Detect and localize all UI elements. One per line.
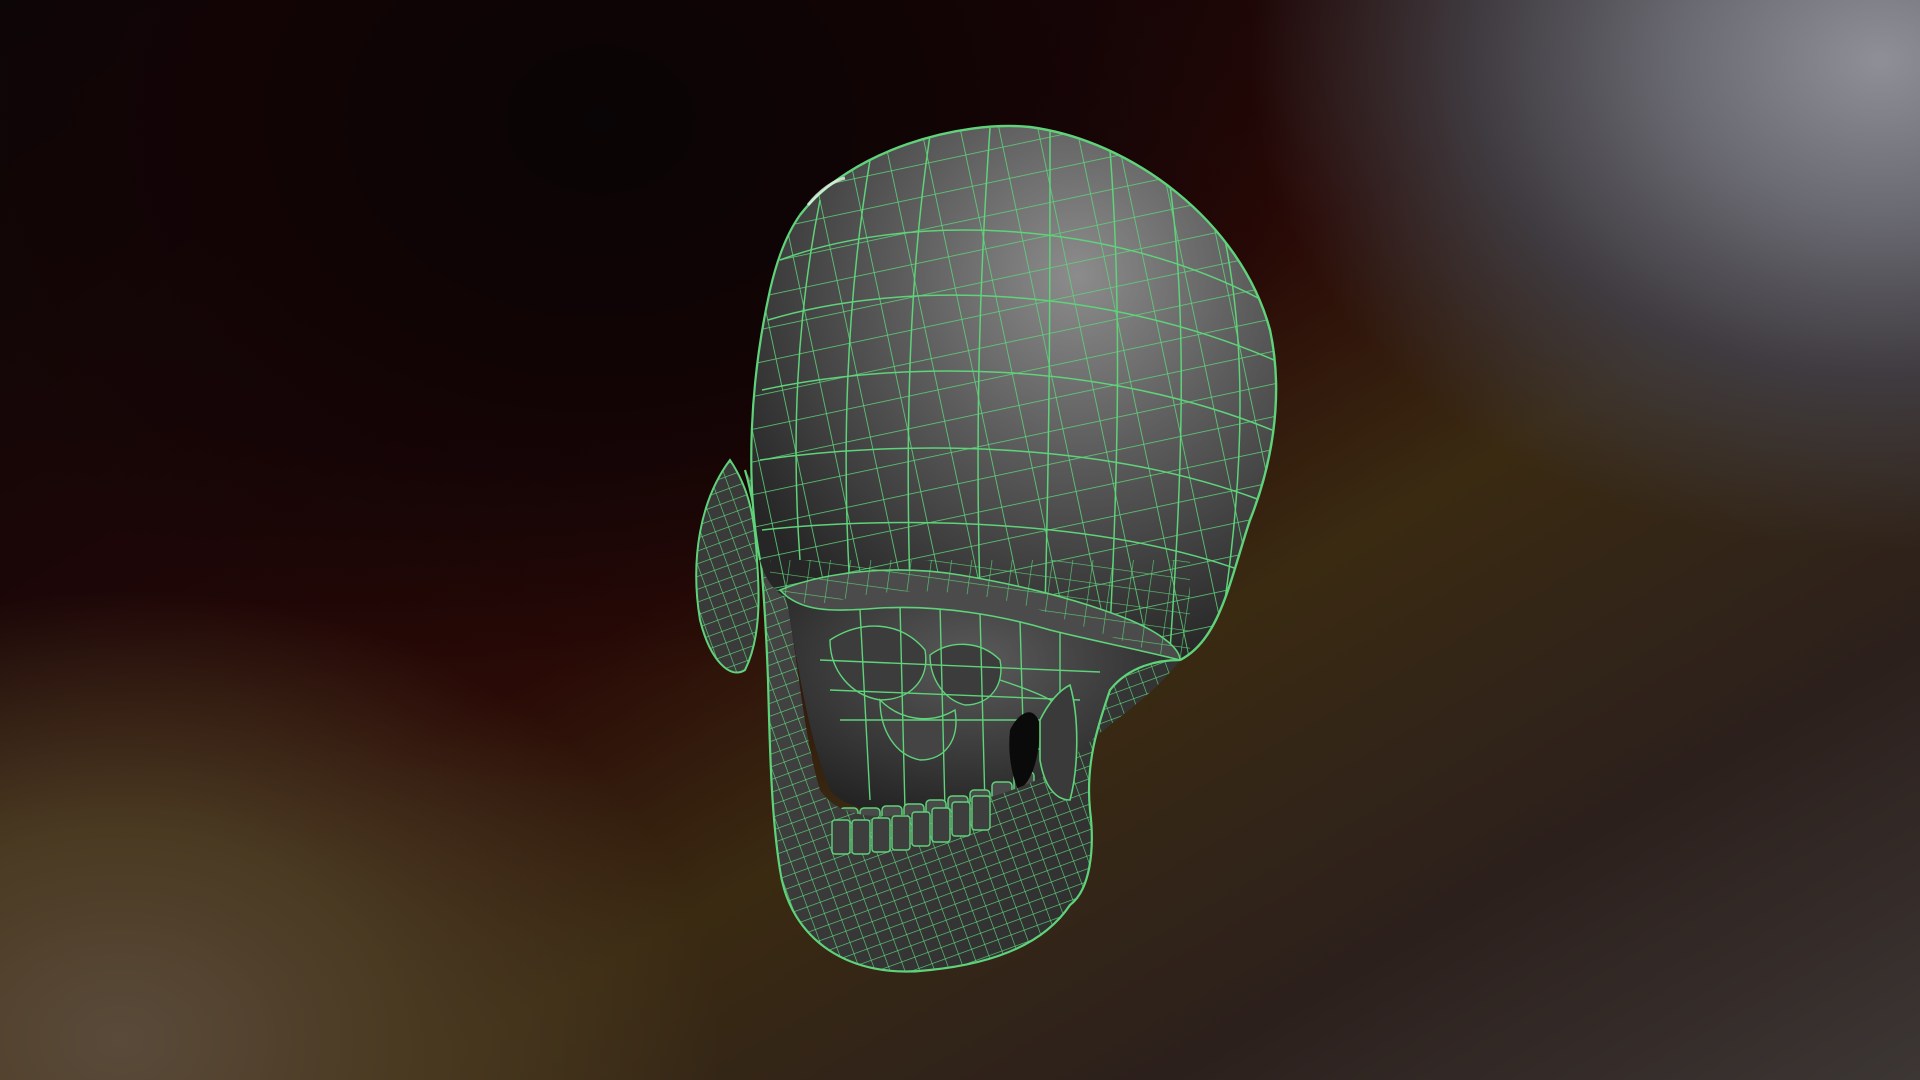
skull-model[interactable]	[0, 0, 1920, 1080]
3d-viewport[interactable]	[0, 0, 1920, 1080]
